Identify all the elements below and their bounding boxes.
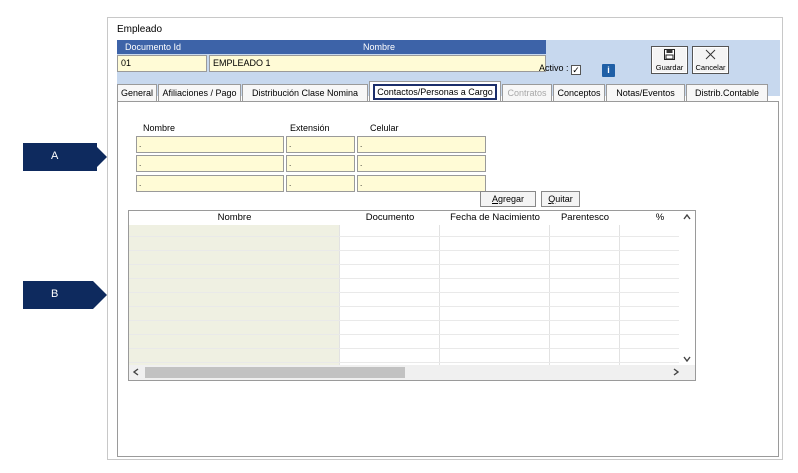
activo-toggle[interactable]: Activo : ✓	[539, 63, 582, 75]
contact-name-field-1[interactable]: .	[136, 136, 284, 153]
contact-extension-field-1[interactable]: .	[286, 136, 355, 153]
grid-row-line	[129, 278, 681, 279]
contact-extension-field-3[interactable]: .	[286, 175, 355, 192]
tab-distrib-contable[interactable]: Distrib.Contable	[686, 84, 768, 102]
grid-row-line	[129, 264, 681, 265]
callout-b-label: B	[51, 288, 59, 300]
activo-checkbox[interactable]: ✓	[571, 65, 582, 75]
contact-name-field-2[interactable]: .	[136, 155, 284, 172]
name-header-label: Nombre	[363, 42, 396, 52]
vertical-scrollbar[interactable]	[679, 211, 695, 367]
grid-row-line	[129, 334, 681, 335]
tab-notas-eventos[interactable]: Notas/Eventos	[606, 84, 685, 102]
tab-contratos: Contratos	[502, 84, 552, 102]
grid-header-documento[interactable]: Documento	[340, 211, 440, 225]
tab-conceptos[interactable]: Conceptos	[553, 84, 605, 102]
grid-row-line	[129, 292, 681, 293]
scroll-left-icon[interactable]	[132, 368, 139, 378]
remove-contact-label: uitar	[555, 194, 573, 204]
add-contact-label: gregar	[498, 194, 525, 204]
window-title: Empleado	[117, 24, 163, 35]
contact-celular-field-2[interactable]: .	[357, 155, 486, 172]
scroll-up-icon[interactable]	[683, 213, 691, 222]
close-icon	[693, 49, 728, 63]
tab-contactos-label: Contactos/Personas a Cargo	[373, 84, 497, 100]
tab-distribucion-clase[interactable]: Distribución Clase Nomina	[242, 84, 368, 102]
name-header: Nombre	[205, 40, 546, 54]
contact-name-label: Nombre	[143, 123, 176, 133]
grid-row-line	[129, 348, 681, 349]
info-icon[interactable]: i	[602, 64, 615, 77]
callout-a: A	[23, 143, 107, 171]
grid-header-parentesco[interactable]: Parentesco	[550, 211, 620, 225]
grid-col-parentesco	[550, 225, 620, 367]
grid-col-percent	[620, 225, 681, 367]
remove-contact-button[interactable]: Quitar	[541, 191, 580, 207]
horizontal-scrollbar[interactable]	[129, 365, 695, 380]
grid-row-line	[129, 362, 681, 363]
grid-row-line	[129, 236, 681, 237]
contact-celular-label: Celular	[370, 123, 399, 133]
grid-header-fecha[interactable]: Fecha de Nacimiento	[440, 211, 550, 225]
grid-row-line	[129, 320, 681, 321]
contact-name-field-3[interactable]: .	[136, 175, 284, 192]
callout-a-label: A	[51, 150, 59, 162]
scroll-right-icon[interactable]	[673, 368, 680, 378]
document-id-header: Documento Id	[117, 40, 205, 54]
cancel-button-label: Cancelar	[695, 63, 726, 72]
grid-row-line	[129, 250, 681, 251]
grid-col-fecha	[440, 225, 550, 367]
activo-label: Activo :	[539, 63, 569, 73]
tab-contactos[interactable]: Contactos/Personas a Cargo	[369, 81, 501, 102]
contact-extension-field-2[interactable]: .	[286, 155, 355, 172]
scroll-down-icon[interactable]	[683, 355, 691, 364]
callout-b: B	[23, 281, 107, 309]
tab-afiliaciones[interactable]: Afiliaciones / Pago	[158, 84, 241, 102]
contact-extension-label: Extensión	[290, 123, 330, 133]
grid-col-nombre	[129, 225, 340, 367]
grid-header-nombre[interactable]: Nombre	[129, 211, 340, 225]
horizontal-scroll-thumb[interactable]	[145, 367, 405, 378]
floppy-disk-icon	[652, 49, 687, 63]
save-button[interactable]: Guardar	[651, 46, 688, 74]
grid-body[interactable]	[129, 225, 681, 367]
document-id-field[interactable]: 01	[117, 55, 207, 72]
contact-celular-field-3[interactable]: .	[357, 175, 486, 192]
save-button-label: Guardar	[655, 63, 684, 72]
employee-name-field[interactable]: EMPLEADO 1	[209, 55, 546, 72]
dependents-grid[interactable]: Nombre Documento Fecha de Nacimiento Par…	[128, 210, 696, 381]
cancel-button[interactable]: Cancelar	[692, 46, 729, 74]
grid-row-line	[129, 306, 681, 307]
tab-general[interactable]: General	[117, 84, 157, 102]
contact-celular-field-1[interactable]: .	[357, 136, 486, 153]
grid-col-documento	[340, 225, 440, 367]
add-contact-button[interactable]: Agregar	[480, 191, 536, 207]
